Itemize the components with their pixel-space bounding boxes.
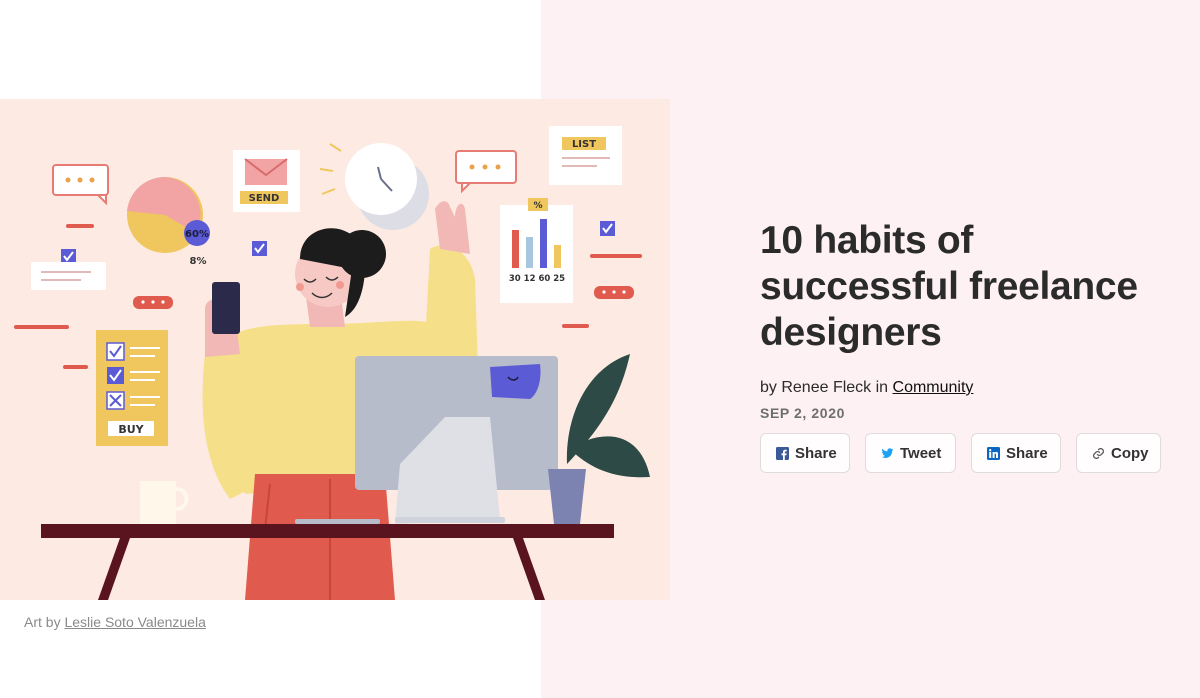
chart-numbers: 30 12 60 25 (509, 274, 565, 284)
tweet-button[interactable]: Tweet (865, 433, 956, 473)
share-bar: Share Tweet Share Copy (760, 433, 1180, 473)
bar-chart-card: % 30 12 60 25 (500, 198, 573, 303)
facebook-share-button[interactable]: Share (760, 433, 850, 473)
byline: by Renee Fleck in Community (760, 379, 1180, 397)
list-label: LIST (572, 139, 596, 150)
small-percent-label: 8% (190, 256, 207, 267)
chat-bubble-left (52, 164, 109, 206)
pie-percent-label: 60% (185, 229, 209, 240)
send-label: SEND (249, 193, 280, 204)
publish-date: SEP 2, 2020 (760, 405, 845, 421)
facebook-icon (776, 446, 789, 460)
facebook-share-label: Share (795, 444, 837, 462)
buy-checklist: BUY (96, 330, 168, 446)
category-link[interactable]: Community (893, 379, 974, 396)
linkedin-share-label: Share (1006, 444, 1048, 462)
hero-illustration: 60% 8% SEND LIST % 30 12 60 25 BUY (0, 99, 670, 600)
copy-label: Copy (1111, 444, 1149, 462)
linkedin-share-button[interactable]: Share (971, 433, 1061, 473)
buy-label: BUY (118, 423, 144, 436)
freelancer-illustration: 60% 8% SEND LIST % 30 12 60 25 BUY (14, 126, 650, 600)
copy-link-button[interactable]: Copy (1076, 433, 1161, 473)
chart-symbol: % (533, 201, 542, 211)
clock (319, 143, 429, 230)
article-header: 10 habits of successful freelance design… (760, 218, 1180, 473)
twitter-icon (881, 447, 894, 460)
article-title: 10 habits of successful freelance design… (760, 219, 1138, 354)
plant (548, 354, 650, 524)
list-card: LIST (549, 126, 622, 185)
art-credit-prefix: Art by (24, 614, 61, 630)
chat-bubble-mid (455, 150, 517, 194)
art-credit: Art by Leslie Soto Valenzuela (24, 614, 206, 630)
send-card: SEND (233, 150, 300, 212)
artist-link[interactable]: Leslie Soto Valenzuela (64, 614, 205, 630)
link-icon (1092, 447, 1105, 460)
tweet-label: Tweet (900, 444, 942, 462)
pie-chart: 60% 8% (127, 176, 210, 267)
byline-author: by Renee Fleck in (760, 379, 889, 396)
linkedin-icon (987, 446, 1000, 460)
